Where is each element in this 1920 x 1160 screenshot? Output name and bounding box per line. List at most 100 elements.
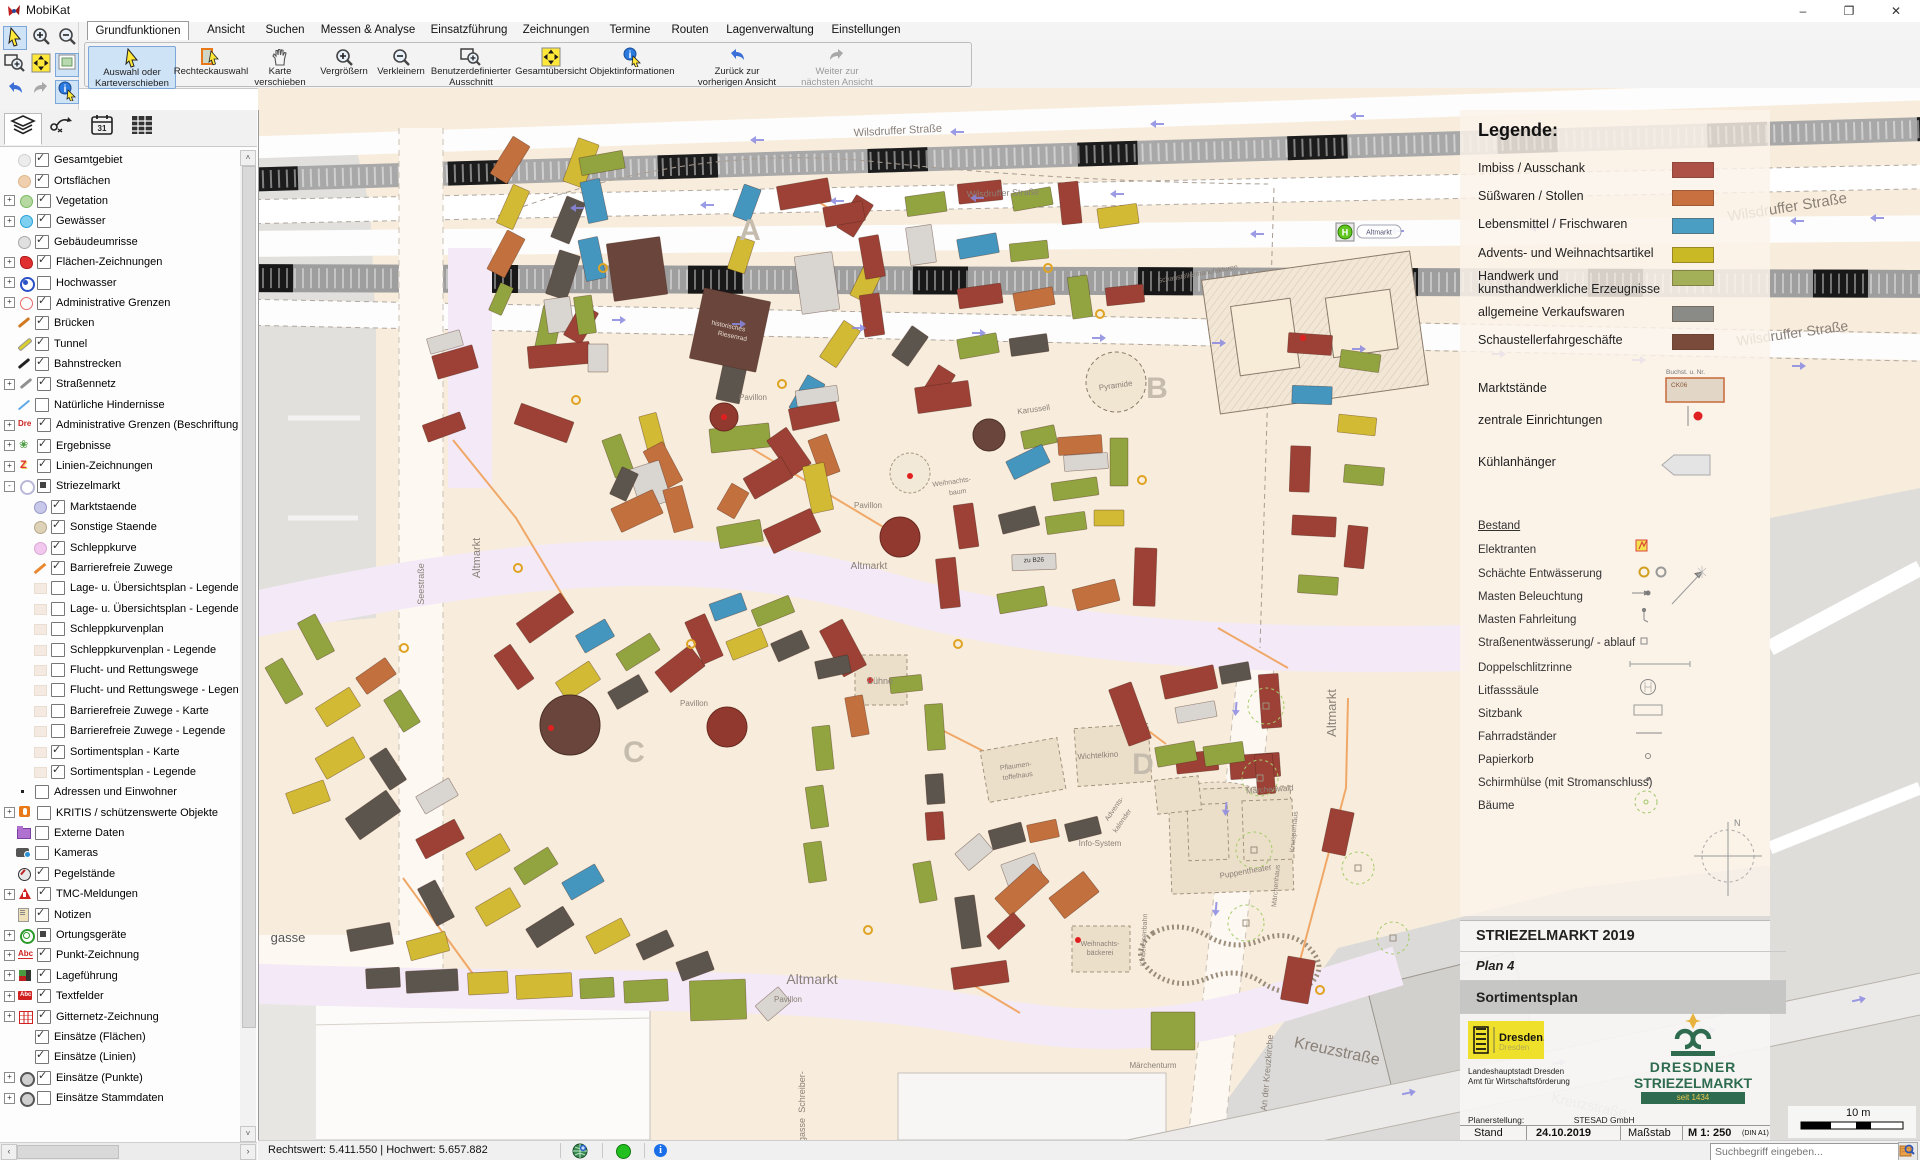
layer-row-adressen-und-einwohner[interactable]: Adressen und Einwohner — [0, 782, 238, 802]
expand-icon[interactable]: + — [4, 889, 15, 900]
layer-row-kritis-schützenswerte-objekte[interactable]: +KRITIS / schützenswerte Objekte — [0, 803, 238, 823]
market-stand[interactable] — [1110, 438, 1128, 486]
gps-globe-icon[interactable] — [572, 1143, 588, 1159]
market-stand[interactable] — [623, 979, 668, 1003]
layer-checkbox[interactable]: ✓ — [35, 357, 49, 371]
sidebar-tab-table[interactable] — [124, 113, 160, 143]
market-stand[interactable] — [1292, 385, 1333, 404]
market-stand[interactable] — [925, 811, 945, 840]
market-stand[interactable] — [925, 773, 945, 804]
layer-checkbox[interactable]: ✓ — [35, 153, 49, 167]
menu-tab-routen[interactable]: Routen — [664, 22, 716, 39]
layer-row-tmc-meldungen[interactable]: +✓TMC-Meldungen — [0, 884, 238, 904]
layer-checkbox[interactable]: ✓ — [37, 948, 51, 962]
layer-row-schleppkurve[interactable]: ✓Schleppkurve — [0, 537, 238, 557]
layer-checkbox[interactable] — [35, 846, 49, 860]
expand-icon[interactable]: + — [4, 1093, 15, 1104]
scroll-down-button[interactable]: ˅ — [240, 1126, 256, 1142]
layer-row-hochwasser[interactable]: +Hochwasser — [0, 272, 238, 292]
layer-row-schleppkurvenplan[interactable]: Schleppkurvenplan — [0, 619, 238, 639]
layer-checkbox[interactable] — [37, 276, 51, 290]
layer-checkbox[interactable] — [51, 663, 65, 677]
ribbon-button-zoomin[interactable]: Vergrößern — [316, 46, 372, 87]
layer-checkbox[interactable]: ✓ — [35, 316, 49, 330]
layer-checkbox[interactable]: ✓ — [51, 500, 65, 514]
layer-row-lage-u-übersichtsplan-legende[interactable]: Lage- u. Übersichtsplan - Legende — [0, 578, 238, 598]
layer-row-sortimentsplan-karte[interactable]: ✓Sortimentsplan - Karte — [0, 741, 238, 761]
market-stand[interactable] — [405, 969, 458, 994]
market-stand[interactable] — [794, 252, 840, 315]
layer-checkbox[interactable]: ✓ — [37, 439, 51, 453]
market-stand[interactable] — [1344, 525, 1368, 569]
scroll-right-button[interactable]: › — [240, 1144, 256, 1160]
expand-icon[interactable]: + — [4, 297, 15, 308]
search-input[interactable] — [1710, 1143, 1902, 1160]
menu-tab-einstellungen[interactable]: Einstellungen — [826, 22, 906, 39]
market-stand[interactable] — [1337, 414, 1377, 436]
market-stand[interactable] — [1151, 1012, 1195, 1050]
layer-row-lageführung[interactable]: +✓Lageführung — [0, 966, 238, 986]
layer-checkbox[interactable]: ✓ — [37, 296, 51, 310]
ribbon-button-objinfo[interactable]: iObjektinformationen — [585, 46, 679, 87]
layer-checkbox[interactable] — [51, 622, 65, 636]
market-stand[interactable] — [515, 973, 572, 1000]
market-stand[interactable] — [1258, 673, 1282, 728]
market-stand[interactable] — [1292, 515, 1337, 537]
layer-checkbox[interactable]: ✓ — [35, 1050, 49, 1064]
layer-checkbox[interactable] — [35, 826, 49, 840]
layer-checkbox[interactable]: ✓ — [35, 235, 49, 249]
layer-row-natürliche-hindernisse[interactable]: Natürliche Hindernisse — [0, 395, 238, 415]
market-stand[interactable] — [1289, 446, 1311, 493]
layer-checkbox[interactable] — [37, 928, 51, 942]
layer-row-barrierefreie-zuwege-legende[interactable]: Barrierefreie Zuwege - Legende — [0, 721, 238, 741]
layer-row-ortsflächen[interactable]: ✓Ortsflächen — [0, 170, 238, 190]
tool-redo-button[interactable] — [29, 80, 53, 104]
layer-checkbox[interactable]: ✓ — [37, 1071, 51, 1085]
market-stand[interactable] — [905, 224, 936, 265]
market-stand[interactable] — [1009, 240, 1049, 262]
tool-zoomout-button[interactable] — [55, 26, 79, 50]
expand-icon[interactable]: + — [4, 1011, 15, 1022]
layer-checkbox[interactable]: ✓ — [51, 745, 65, 759]
ribbon-button-overview[interactable]: Gesamtübersicht — [510, 46, 592, 87]
market-stand[interactable] — [889, 674, 922, 693]
expand-icon[interactable]: + — [4, 970, 15, 981]
layer-checkbox[interactable] — [37, 479, 51, 493]
info-status-icon[interactable]: i — [654, 1144, 667, 1157]
layer-row-kameras[interactable]: Kameras — [0, 843, 238, 863]
tool-zoomrect-button[interactable] — [3, 53, 27, 77]
layer-checkbox[interactable]: ✓ — [35, 908, 49, 922]
market-stand[interactable] — [1133, 548, 1157, 607]
menu-tab-lagenverwaltung[interactable]: Lagenverwaltung — [722, 22, 818, 39]
layer-row-striezelmarkt[interactable]: -Striezelmarkt — [0, 476, 238, 496]
layer-row-gitternetz-zeichnung[interactable]: +✓Gitternetz-Zeichnung — [0, 1006, 238, 1026]
tool-undo-button[interactable] — [3, 80, 27, 104]
layer-row-ergebnisse[interactable]: +❀✓Ergebnisse — [0, 435, 238, 455]
sidebar-tab-route[interactable] — [44, 113, 80, 143]
tool-overview-button[interactable] — [29, 53, 53, 77]
expand-icon[interactable]: + — [4, 1072, 15, 1083]
ribbon-button-hand[interactable]: Karteverschieben — [252, 46, 308, 87]
layer-checkbox[interactable]: ✓ — [51, 520, 65, 534]
layer-row-sortimentsplan-legende[interactable]: ✓Sortimentsplan - Legende — [0, 762, 238, 782]
market-stand[interactable] — [1063, 452, 1108, 471]
expand-icon[interactable]: + — [4, 461, 15, 472]
layer-checkbox[interactable]: ✓ — [37, 969, 51, 983]
layer-checkbox[interactable] — [35, 398, 49, 412]
layer-row-brücken[interactable]: ✓Brücken — [0, 313, 238, 333]
layer-checkbox[interactable]: ✓ — [35, 174, 49, 188]
sidebar-hscrollbar[interactable]: ‹ › — [0, 1142, 257, 1160]
layer-checkbox[interactable]: ✓ — [37, 459, 51, 473]
layer-row-flucht-und-rettungswege[interactable]: Flucht- und Rettungswege — [0, 660, 238, 680]
menu-tab-ansicht[interactable]: Ansicht — [200, 22, 252, 39]
layer-row-textfelder[interactable]: +Abc✓Textfelder — [0, 986, 238, 1006]
layer-checkbox[interactable]: ✓ — [51, 541, 65, 555]
market-stand[interactable] — [606, 237, 668, 302]
layer-row-pegelstände[interactable]: ✓Pegelstände — [0, 864, 238, 884]
ribbon-button-zoomout[interactable]: Verkleinern — [372, 46, 430, 87]
market-stand[interactable] — [924, 703, 945, 750]
layer-row-flucht-und-rettungswege-legende[interactable]: Flucht- und Rettungswege - Legende — [0, 680, 238, 700]
expand-icon[interactable]: + — [4, 807, 15, 818]
layer-row-einsätze-flächen-[interactable]: ✓Einsätze (Flächen) — [0, 1027, 238, 1047]
tool-rectgreen-button[interactable] — [55, 53, 79, 77]
